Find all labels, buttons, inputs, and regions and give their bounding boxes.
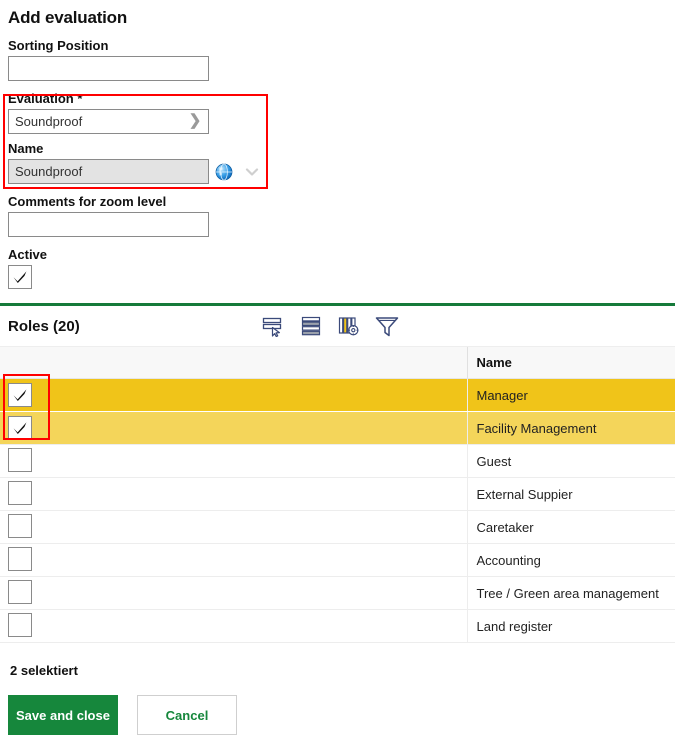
- active-checkbox[interactable]: [8, 265, 32, 289]
- name-input[interactable]: [8, 159, 209, 184]
- row-name: Guest: [466, 444, 675, 478]
- sorting-position-input[interactable]: [8, 56, 209, 81]
- roles-table-body: Manager Facility Management Guest Extern…: [0, 378, 675, 643]
- selection-count: 2 selektiert: [10, 663, 78, 678]
- column-header-name[interactable]: Name: [466, 346, 675, 379]
- name-label: Name: [8, 141, 44, 156]
- table-row[interactable]: Tree / Green area management: [0, 576, 675, 610]
- evaluation-label: Evaluation *: [8, 91, 83, 106]
- comments-input[interactable]: [8, 212, 209, 237]
- cancel-button[interactable]: Cancel: [137, 695, 237, 735]
- globe-icon[interactable]: [215, 163, 233, 181]
- evaluation-form: Add evaluation Sorting Position Evaluati…: [0, 8, 675, 289]
- table-row[interactable]: Guest: [0, 444, 675, 478]
- table-row[interactable]: Land register: [0, 609, 675, 643]
- column-header-check[interactable]: [0, 346, 467, 379]
- roles-title: Roles (20): [8, 317, 80, 335]
- comments-label: Comments for zoom level: [8, 194, 167, 209]
- row-name: Caretaker: [466, 510, 675, 544]
- row-name: Tree / Green area management: [466, 576, 675, 610]
- page-title: Add evaluation: [8, 8, 128, 27]
- row-checkbox[interactable]: [8, 513, 32, 538]
- roles-toolbar: [260, 313, 400, 339]
- table-row[interactable]: Facility Management: [0, 411, 675, 445]
- row-name: External Suppier: [466, 477, 675, 511]
- checkmark-icon: [13, 271, 27, 283]
- row-name: Land register: [466, 609, 675, 643]
- row-checkbox[interactable]: [8, 416, 32, 440]
- chevron-down-icon[interactable]: [244, 164, 260, 180]
- table-row[interactable]: External Suppier: [0, 477, 675, 511]
- row-name: Manager: [466, 378, 675, 412]
- row-checkbox[interactable]: [8, 579, 32, 604]
- roles-table: Name Manager Facility Management Guest E…: [0, 346, 675, 643]
- checkmark-icon: [13, 389, 27, 401]
- active-label: Active: [8, 247, 48, 262]
- select-rows-icon[interactable]: [260, 313, 286, 339]
- chevron-right-icon[interactable]: ❯: [188, 112, 202, 130]
- row-checkbox[interactable]: [8, 480, 32, 505]
- checkmark-icon: [13, 422, 27, 434]
- name-field-row: [8, 159, 667, 184]
- row-name: Facility Management: [466, 411, 675, 445]
- row-name: Accounting: [466, 543, 675, 577]
- save-and-close-button[interactable]: Save and close: [8, 695, 118, 735]
- row-checkbox[interactable]: [8, 383, 32, 407]
- column-settings-icon[interactable]: [336, 313, 362, 339]
- row-checkbox[interactable]: [8, 447, 32, 472]
- table-row[interactable]: Manager: [0, 378, 675, 412]
- row-checkbox[interactable]: [8, 546, 32, 571]
- footer-buttons: Save and close Cancel: [0, 678, 675, 735]
- table-row[interactable]: Accounting: [0, 543, 675, 577]
- row-checkbox[interactable]: [8, 612, 32, 637]
- table-row[interactable]: Caretaker: [0, 510, 675, 544]
- evaluation-lookup: ❯: [8, 109, 209, 134]
- evaluation-input[interactable]: [8, 109, 209, 134]
- list-view-icon[interactable]: [298, 313, 324, 339]
- table-header-row: Name: [0, 346, 675, 379]
- filter-icon[interactable]: [374, 313, 400, 339]
- roles-header: Roles (20): [0, 306, 675, 346]
- sorting-position-label: Sorting Position: [8, 38, 109, 53]
